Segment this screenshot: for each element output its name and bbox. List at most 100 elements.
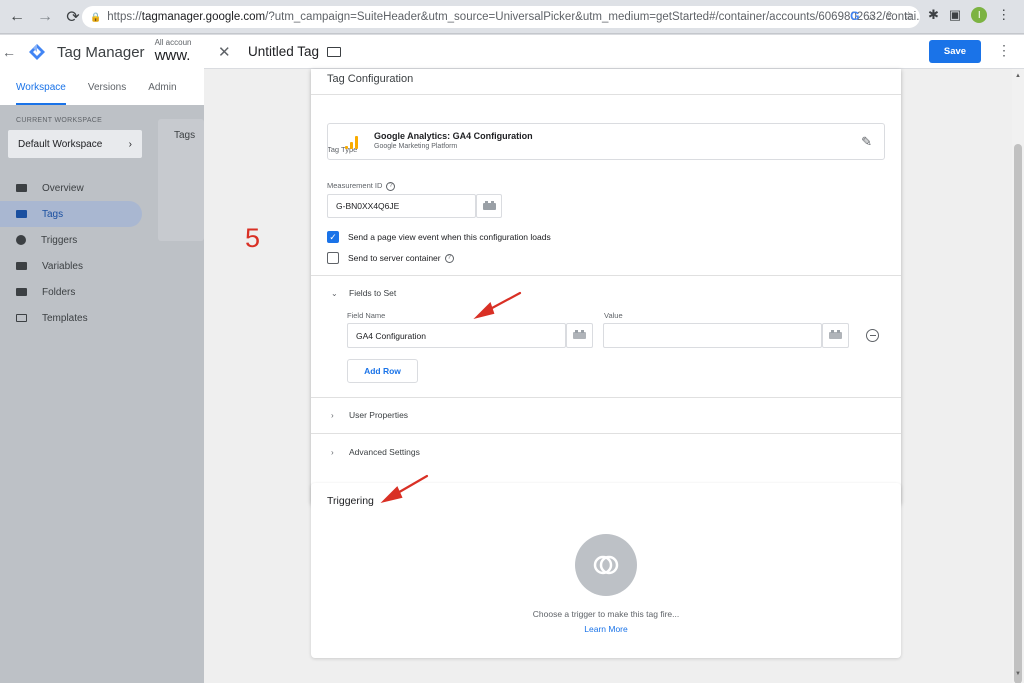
fields-to-set-label: Fields to Set (349, 288, 397, 298)
server-container-checkbox-row[interactable]: Send to server container? (327, 252, 454, 264)
divider (311, 433, 901, 434)
browser-menu-icon[interactable]: ⋮ (997, 7, 1010, 23)
step-number-annotation: 5 (245, 223, 261, 253)
bookmark-star-icon[interactable]: ☆ (903, 9, 914, 24)
remove-row-icon[interactable] (866, 329, 879, 342)
learn-more-link[interactable]: Learn More (311, 624, 901, 634)
save-button[interactable]: Save (929, 40, 981, 63)
back-arrow-icon[interactable]: ← (0, 44, 18, 60)
trigger-placeholder[interactable] (575, 534, 637, 596)
trigger-empty-text: Choose a trigger to make this tag fire..… (532, 609, 680, 619)
value-variable-button[interactable] (822, 323, 849, 348)
google-analytics-icon (345, 136, 359, 149)
folder-icon (16, 288, 27, 296)
scroll-down-icon[interactable]: ▼ (1015, 671, 1021, 677)
sidebar-item-tags[interactable]: Tags (0, 201, 142, 227)
sidebar-item-label: Overview (42, 182, 84, 194)
tag-manager-logo-icon (28, 43, 46, 61)
scroll-up-icon[interactable]: ▲ (1015, 73, 1021, 79)
zoom-icon[interactable]: ⌕ (868, 9, 875, 24)
sidebar-item-label: Triggers (41, 234, 78, 246)
value-caption: Value (604, 311, 623, 320)
url-path: /?utm_campaign=SuiteHeader&utm_source=Un… (265, 11, 920, 23)
tags-card: Tags (158, 119, 204, 241)
sidebar-item-folders[interactable]: Folders (0, 279, 142, 305)
variable-brick-icon (573, 330, 586, 339)
chevron-right-icon: › (128, 138, 132, 150)
tags-card-title: Tags (174, 130, 196, 141)
gtm-tabs: Workspace Versions Admin (0, 69, 204, 105)
sidebar-item-triggers[interactable]: Triggers (0, 227, 142, 253)
address-bar[interactable]: 🔒 https://tagmanager.google.com/?utm_cam… (82, 6, 920, 28)
tab-workspace[interactable]: Workspace (16, 82, 66, 105)
tab-versions[interactable]: Versions (88, 82, 126, 93)
tag-type-selector[interactable]: Google Analytics: GA4 Configuration Goog… (327, 123, 885, 160)
scroll-thumb[interactable] (1014, 144, 1022, 683)
reload-icon[interactable]: ⟳ (62, 6, 84, 28)
variable-icon (16, 262, 27, 270)
sidebar-item-templates[interactable]: Templates (0, 305, 142, 331)
measurement-id-input[interactable]: G-BN0XX4Q6JE (327, 194, 476, 218)
container-label: www. (154, 47, 191, 65)
chevron-right-icon: › (331, 410, 334, 420)
help-icon[interactable]: ? (386, 181, 396, 191)
edit-pencil-icon[interactable]: ✎ (861, 134, 872, 150)
variable-brick-icon (829, 330, 842, 339)
measurement-id-caption-text: Measurement ID (327, 181, 383, 190)
forward-arrow-icon[interactable]: → (34, 6, 56, 28)
sidebar-item-overview[interactable]: Overview (0, 175, 142, 201)
scrollbar[interactable]: ▲ ▼ (1012, 69, 1024, 683)
workspace-selector[interactable]: Default Workspace › (8, 130, 142, 158)
tab-admin[interactable]: Admin (148, 82, 176, 93)
back-arrow-icon[interactable]: ← (6, 6, 28, 28)
editor-toolbar: ✕ Untitled Tag Save ⋮ (204, 35, 1024, 69)
tag-icon (16, 210, 27, 218)
checkbox-checked-icon[interactable]: ✓ (327, 231, 339, 243)
server-container-checkbox-label: Send to server container (348, 253, 441, 263)
tag-name-title[interactable]: Untitled Tag (248, 44, 319, 59)
url-prefix: https:// (107, 11, 142, 23)
extensions-puzzle-icon[interactable]: ✱ (928, 7, 939, 23)
help-icon[interactable]: ? (444, 253, 454, 263)
advanced-settings-label: Advanced Settings (349, 447, 420, 457)
add-row-button[interactable]: Add Row (347, 359, 418, 383)
template-icon (16, 314, 27, 322)
advanced-settings-header[interactable]: › Advanced Settings (331, 447, 420, 457)
more-options-icon[interactable]: ⋮ (997, 42, 1011, 59)
variable-brick-icon (482, 200, 496, 210)
checkbox-unchecked-icon[interactable] (327, 252, 339, 264)
tag-configuration-title: Tag Configuration (327, 73, 414, 85)
share-icon[interactable]: ⇪ (884, 9, 894, 24)
app-title: Tag Manager (57, 43, 145, 61)
close-icon[interactable]: ✕ (218, 43, 234, 61)
overview-icon (16, 184, 27, 192)
folder-icon[interactable] (327, 46, 342, 57)
variable-picker-button[interactable] (476, 194, 502, 218)
user-properties-header[interactable]: › User Properties (331, 410, 408, 420)
pageview-checkbox-row[interactable]: ✓ Send a page view event when this confi… (327, 231, 551, 243)
account-selector[interactable]: All accoun www. (155, 39, 192, 64)
url-host: tagmanager.google.com (141, 11, 266, 23)
fields-to-set-header[interactable]: ⌄ Fields to Set (331, 288, 396, 298)
side-panel-icon[interactable]: ▣ (949, 7, 961, 23)
divider (311, 275, 901, 276)
current-workspace-caption: CURRENT WORKSPACE (16, 117, 103, 124)
field-name-caption: Field Name (347, 311, 386, 320)
user-properties-label: User Properties (349, 410, 409, 420)
sidebar-item-label: Tags (42, 208, 64, 220)
field-name-variable-button[interactable] (566, 323, 593, 348)
tag-type-provider: Google Marketing Platform (374, 143, 458, 150)
browser-toolbar: ← → ⟳ 🔒 https://tagmanager.google.com/?u… (0, 0, 1024, 34)
triggering-card[interactable]: Triggering Choose a trigger to make this… (311, 483, 901, 658)
chevron-right-icon: › (331, 447, 334, 457)
field-name-input[interactable]: GA4 Configuration (347, 323, 566, 348)
value-input[interactable] (603, 323, 822, 348)
divider (311, 94, 901, 95)
profile-avatar[interactable]: I (971, 7, 988, 23)
workspace-name: Default Workspace (18, 138, 103, 150)
google-icon[interactable]: G (850, 9, 859, 24)
triggering-title: Triggering (327, 495, 374, 507)
sidebar-item-variables[interactable]: Variables (0, 253, 142, 279)
tag-editor-panel: ✕ Untitled Tag Save ⋮ ▲ ▼ Tag Configurat… (204, 35, 1024, 683)
tag-configuration-card: Tag Configuration Tag Type Google Analyt… (311, 69, 901, 505)
